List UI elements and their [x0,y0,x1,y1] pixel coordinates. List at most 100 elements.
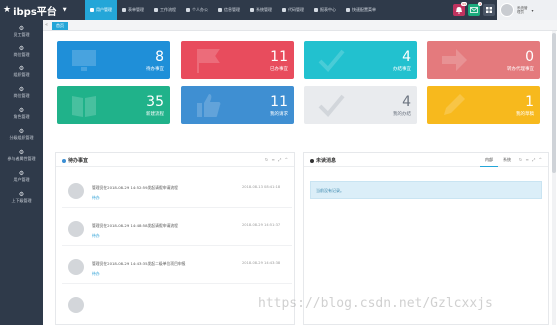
card-my-requests[interactable]: 11 我的请求 [181,86,294,124]
topnav-item-report-center[interactable]: 报表中心 [309,0,341,20]
user-name: 系统管 理员 [517,6,528,14]
expand-icon[interactable]: ⤢ [278,157,282,162]
panel-title: 未读消息 [310,157,336,164]
avatar [68,183,84,199]
form-icon [122,8,126,12]
collapse-icon[interactable]: ^ [285,157,289,162]
menu-config-icon [346,8,350,12]
card-label: 转办代理事宜 [507,67,534,72]
panel-header: 待办事宜 ↻ ≡ ⤢ ^ [56,153,294,167]
list-item[interactable]: 管理员在2018-08-29 14:52:59发起请假申请流程 待办 2018-… [62,183,292,213]
sidebar-item-superior[interactable]: ⚙ 上下级管理 [0,192,43,204]
user-menu[interactable]: 系统管 理员 ▾ [497,0,557,20]
apps-button[interactable] [483,4,495,16]
todo-text[interactable]: 管理员在2018-08-29 14:48:58发起请假申请流程 [92,223,178,229]
notification-button[interactable]: 99 [453,2,467,16]
sidebar-item-position[interactable]: ⚙ 岗位管理 [0,46,43,58]
card-my-drafts[interactable]: 1 我的草稿 [427,86,540,124]
scrollbar-thumb[interactable] [552,33,556,173]
mail-button[interactable]: 4 [468,2,482,16]
todo-text[interactable]: 管理员在2018-08-29 14:43:35发起二级单位项目申报 [92,261,185,267]
card-value: 8 [155,49,164,65]
todo-text[interactable]: 管理员在2018-08-29 14:52:59发起请假申请流程 [92,185,178,191]
card-label: 新建流程 [146,112,164,117]
code-icon [282,8,286,12]
thumbs-up-icon [197,94,221,117]
card-value: 4 [402,49,411,65]
todo-time: 2018-08-29 14:51:37 [242,223,281,227]
book-icon [72,96,96,117]
sidebar: ⚙ 员工管理 ⚙ 岗位管理 ⚙ 组织管理 ⚙ 岗位管理 ⚙ 角色管理 ⚙ 分级组织管理 ⚙ 参… [0,20,43,325]
card-finished[interactable]: 4 办结事宜 [304,41,417,79]
list-item[interactable]: 管理员在2018-08-29 14:43:35发起二级单位项目申报 待办 201… [62,259,292,289]
avatar [68,297,84,313]
sidebar-item-post[interactable]: ⚙ 岗位管理 [0,87,43,99]
todo-tag: 待办 [92,195,100,200]
chevron-down-icon: ▾ [531,7,534,13]
top-bar: ★ ibps平台 ▼ 用户管理 表单管理 工作流程 个人办公 信息管理 系统管理… [0,0,557,20]
empty-state-message: 当前没有记录。 [310,181,542,199]
refresh-icon[interactable]: ↻ [265,157,269,162]
panel-header: 未读消息 内部 系统 ↻ ≡ ⤢ ^ [304,153,548,167]
comment-icon [62,158,66,163]
collapse-icon[interactable]: ^ [539,157,543,162]
arrow-right-icon [442,49,467,71]
pencil-icon [444,94,465,115]
user-icon [90,8,94,12]
notification-count: 99 [461,2,467,6]
sidebar-item-grade-org[interactable]: ⚙ 分级组织管理 [0,129,43,141]
divider [62,207,292,208]
card-value: 0 [525,49,534,65]
todo-time: 2018-08-29 14:43:38 [242,261,281,265]
chevron-left-icon[interactable]: « [45,22,48,28]
topnav-item-system-management[interactable]: 系统管理 [245,0,277,20]
card-transfer[interactable]: 0 转办代理事宜 [427,41,540,79]
mail-count: 4 [478,2,482,6]
card-label: 办结事宜 [393,67,411,72]
sidebar-item-participant-attr[interactable]: ⚙ 参与者属性管理 [0,150,43,162]
chevron-down-icon[interactable]: ▼ [63,7,67,13]
card-label: 已办事宜 [270,67,288,72]
card-value: 11 [270,94,288,110]
sidebar-item-staff[interactable]: ⚙ 员工管理 [0,26,43,38]
card-value: 35 [146,94,164,110]
sidebar-item-user[interactable]: ⚙ 用户管理 [0,171,43,183]
avatar [500,3,514,17]
tab-internal[interactable]: 内部 [480,156,498,167]
list-item[interactable]: 管理员在2018-08-29 14:48:58发起请假申请流程 待办 2018-… [62,221,292,251]
tab-system[interactable]: 系统 [498,156,516,167]
brand-logo[interactable]: ★ ibps平台 ▼ [3,0,67,20]
card-done[interactable]: 11 已办事宜 [181,41,294,79]
page-scrollbar[interactable] [552,31,556,325]
system-icon [250,8,254,12]
topnav-item-code-management[interactable]: 代码管理 [277,0,309,20]
topnav-item-workflow[interactable]: 工作流程 [149,0,181,20]
sidebar-item-org[interactable]: ⚙ 组织管理 [0,66,43,78]
todo-tag: 待办 [92,233,100,238]
tab-home[interactable]: 首页 [52,22,68,30]
list-icon[interactable]: ≡ [526,157,530,162]
topnav-item-quick-menu[interactable]: 快速配置菜单 [341,0,381,20]
list-icon[interactable]: ≡ [272,157,276,162]
card-my-finished[interactable]: 4 我的办结 [304,86,417,124]
panel-title: 待办事宜 [62,157,88,164]
card-value: 4 [402,94,411,110]
topnav-item-info-management[interactable]: 信息管理 [213,0,245,20]
sidebar-item-role[interactable]: ⚙ 角色管理 [0,108,43,120]
card-label: 我的草稿 [516,112,534,117]
topnav-item-user-management[interactable]: 用户管理 [85,0,117,20]
expand-icon[interactable]: ⤢ [532,157,536,162]
panel-tools: ↻ ≡ ⤢ ^ [265,157,289,162]
topnav-item-form-management[interactable]: 表单管理 [117,0,149,20]
grid-icon [486,7,492,13]
message-tabs: 内部 系统 [480,156,516,167]
card-value: 11 [270,49,288,65]
card-todo[interactable]: 8 待办事宜 [57,41,170,79]
watermark: https://blog.csdn.net/Gzlcxxjs [258,296,493,311]
card-new-flow[interactable]: 35 新建流程 [57,86,170,124]
star-logo-icon: ★ [3,5,12,15]
avatar [68,221,84,237]
card-label: 我的办结 [393,112,411,117]
refresh-icon[interactable]: ↻ [519,157,523,162]
topnav-item-personal-office[interactable]: 个人办公 [181,0,213,20]
